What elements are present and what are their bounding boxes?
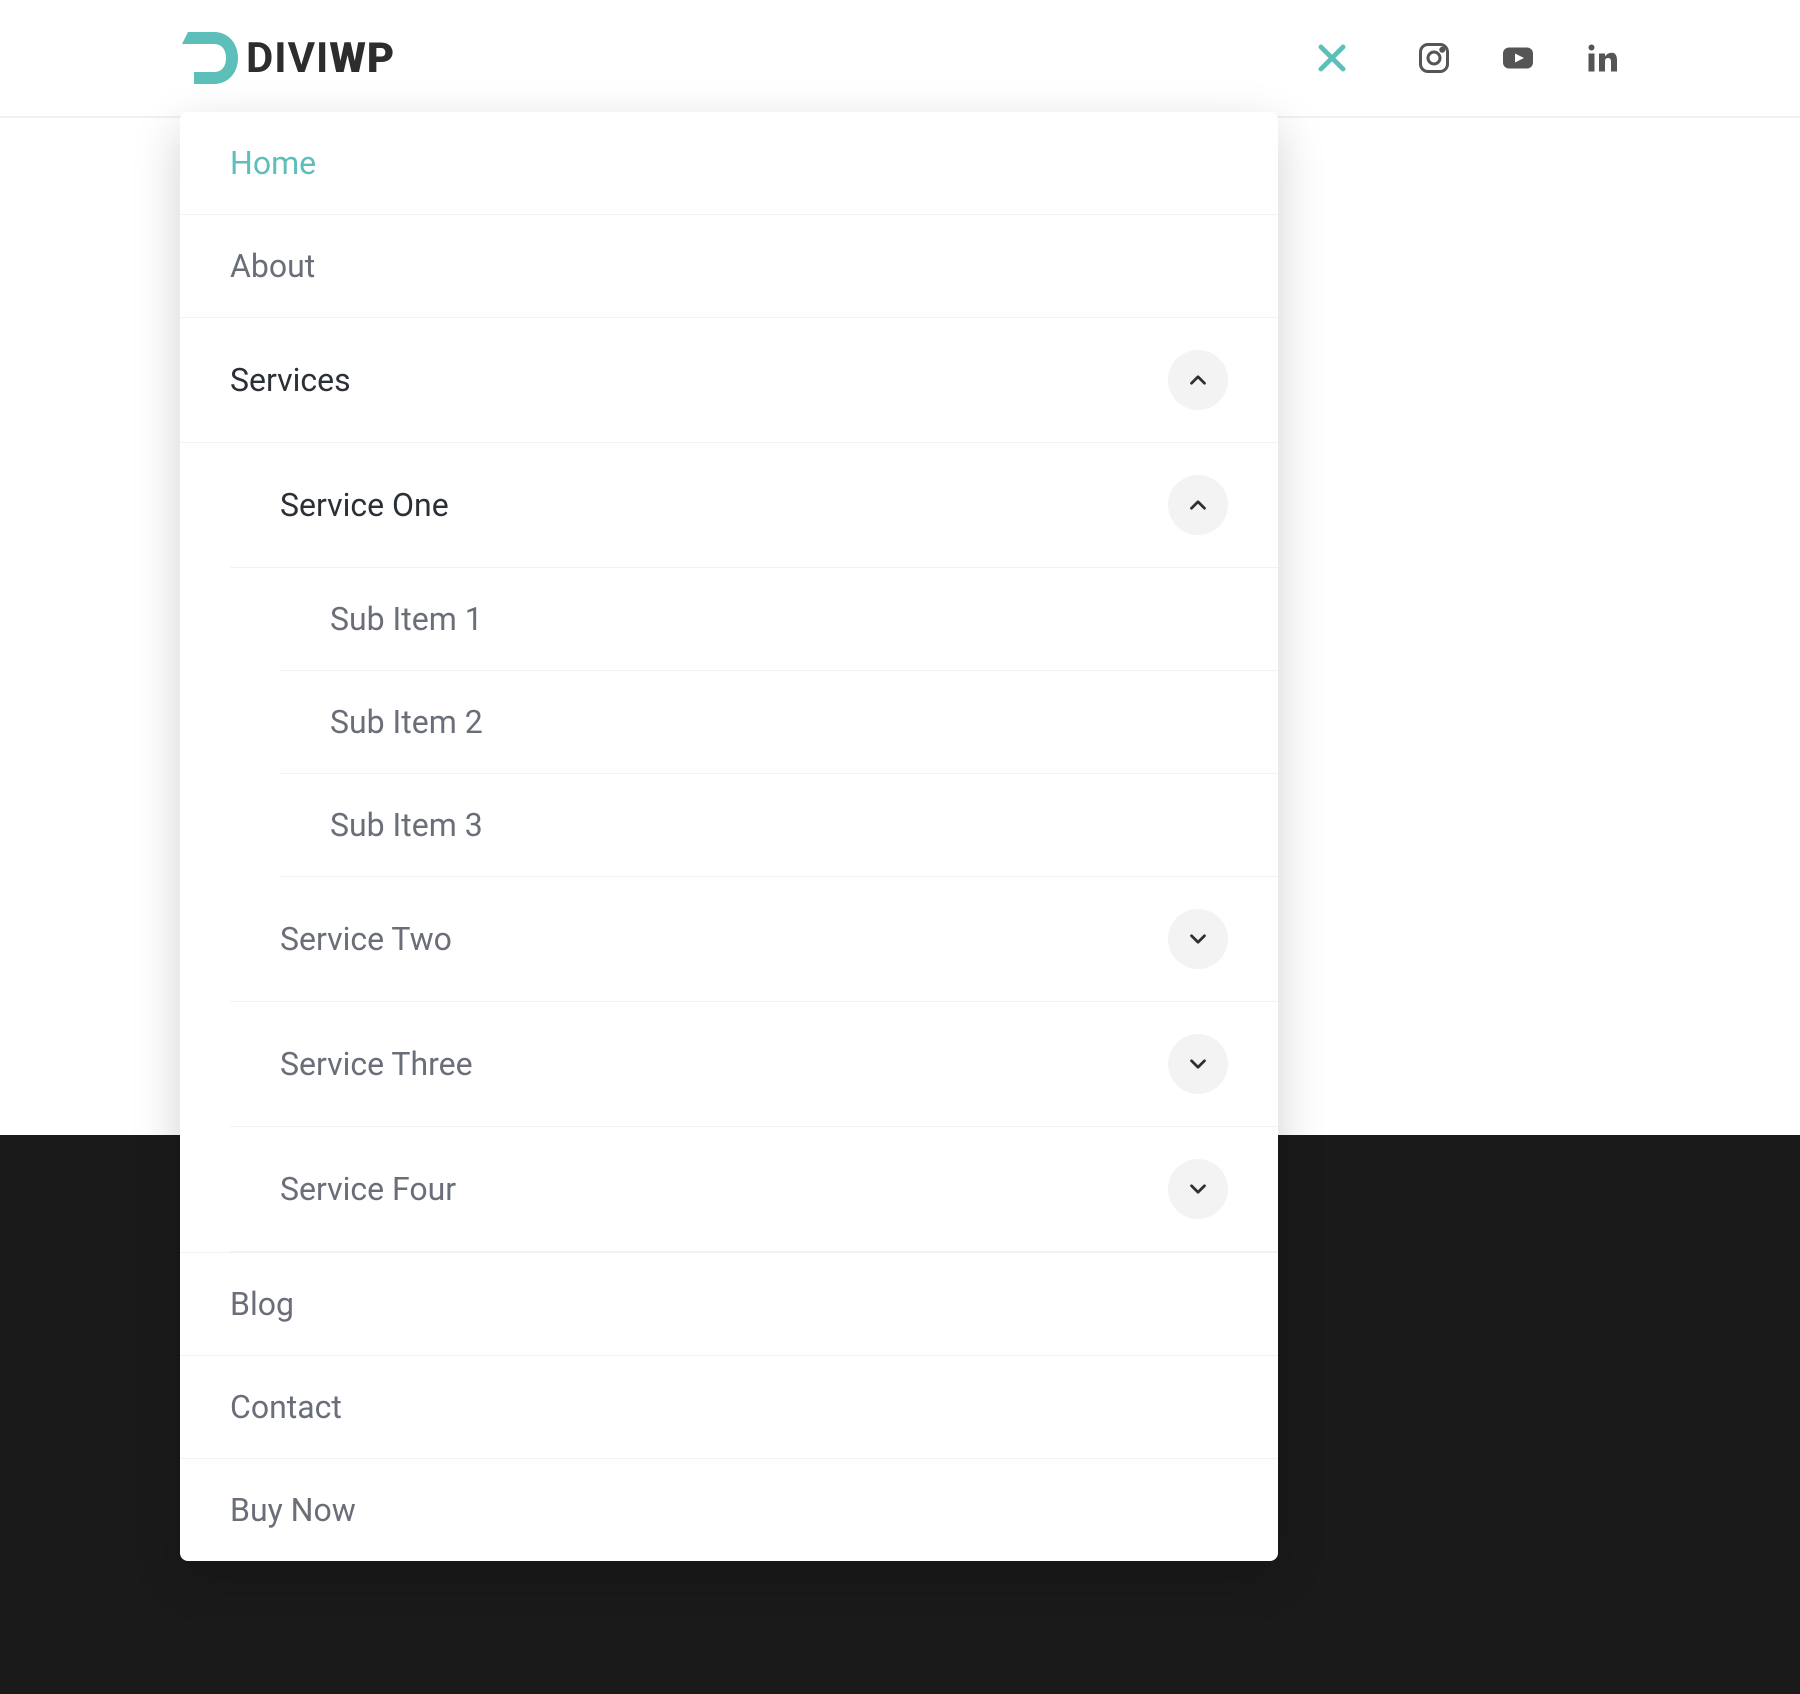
chevron-up-icon xyxy=(1185,367,1211,393)
social-icons xyxy=(1416,40,1620,76)
logo-text: DIVIWP xyxy=(246,34,395,83)
menu-divider: Service Three xyxy=(230,1002,1278,1127)
menu-item-label: Blog xyxy=(230,1285,294,1323)
linkedin-icon xyxy=(1584,40,1620,76)
menu-item-label: Service Two xyxy=(280,920,452,958)
menu-item-sub-3[interactable]: Sub Item 3 xyxy=(280,774,1278,876)
menu-item-label: Service One xyxy=(280,486,449,524)
menu-item-label: Sub Item 2 xyxy=(330,703,483,741)
menu-item-label: Services xyxy=(230,361,351,399)
menu-divider: Sub Item 1 xyxy=(280,568,1278,671)
menu-item-service-four[interactable]: Service Four xyxy=(230,1127,1278,1251)
expand-toggle[interactable] xyxy=(1168,909,1228,969)
instagram-icon xyxy=(1416,40,1452,76)
logo-icon xyxy=(180,28,240,88)
menu-item-label: About xyxy=(230,247,315,285)
chevron-up-icon xyxy=(1185,492,1211,518)
menu-item-blog[interactable]: Blog xyxy=(180,1252,1278,1356)
menu-divider: Service One xyxy=(230,443,1278,568)
menu-item-label: Buy Now xyxy=(230,1491,356,1529)
chevron-down-icon xyxy=(1185,1051,1211,1077)
menu-item-sub-1[interactable]: Sub Item 1 xyxy=(280,568,1278,670)
menu-divider: Service Four xyxy=(230,1127,1278,1252)
menu-item-label: Service Three xyxy=(280,1045,473,1083)
menu-item-services[interactable]: Services xyxy=(180,318,1278,443)
menu-divider: Service Two xyxy=(230,877,1278,1002)
menu-item-contact[interactable]: Contact xyxy=(180,1356,1278,1459)
menu-item-sub-2[interactable]: Sub Item 2 xyxy=(280,671,1278,773)
menu-item-service-two[interactable]: Service Two xyxy=(230,877,1278,1001)
mobile-menu-panel: Home About Services Service One Sub Item… xyxy=(180,112,1278,1561)
youtube-link[interactable] xyxy=(1500,40,1536,76)
menu-item-home[interactable]: Home xyxy=(180,112,1278,215)
linkedin-link[interactable] xyxy=(1584,40,1620,76)
menu-divider: Sub Item 2 xyxy=(280,671,1278,774)
close-button[interactable] xyxy=(1308,34,1356,82)
menu-item-label: Sub Item 1 xyxy=(330,600,483,638)
menu-item-about[interactable]: About xyxy=(180,215,1278,318)
logo[interactable]: DIVIWP xyxy=(180,28,395,88)
chevron-down-icon xyxy=(1185,1176,1211,1202)
collapse-toggle[interactable] xyxy=(1168,475,1228,535)
expand-toggle[interactable] xyxy=(1168,1159,1228,1219)
menu-divider: Sub Item 3 xyxy=(280,774,1278,877)
menu-item-label: Home xyxy=(230,144,316,182)
header-right xyxy=(1308,34,1620,82)
menu-item-label: Service Four xyxy=(280,1170,456,1208)
menu-item-service-three[interactable]: Service Three xyxy=(230,1002,1278,1126)
instagram-link[interactable] xyxy=(1416,40,1452,76)
site-header: DIVIWP xyxy=(0,0,1800,118)
youtube-icon xyxy=(1500,40,1536,76)
chevron-down-icon xyxy=(1185,926,1211,952)
menu-item-service-one[interactable]: Service One xyxy=(230,443,1278,567)
menu-item-label: Sub Item 3 xyxy=(330,806,483,844)
collapse-toggle[interactable] xyxy=(1168,350,1228,410)
close-icon xyxy=(1313,39,1351,77)
menu-item-label: Contact xyxy=(230,1388,342,1426)
expand-toggle[interactable] xyxy=(1168,1034,1228,1094)
menu-item-buy-now[interactable]: Buy Now xyxy=(180,1459,1278,1561)
